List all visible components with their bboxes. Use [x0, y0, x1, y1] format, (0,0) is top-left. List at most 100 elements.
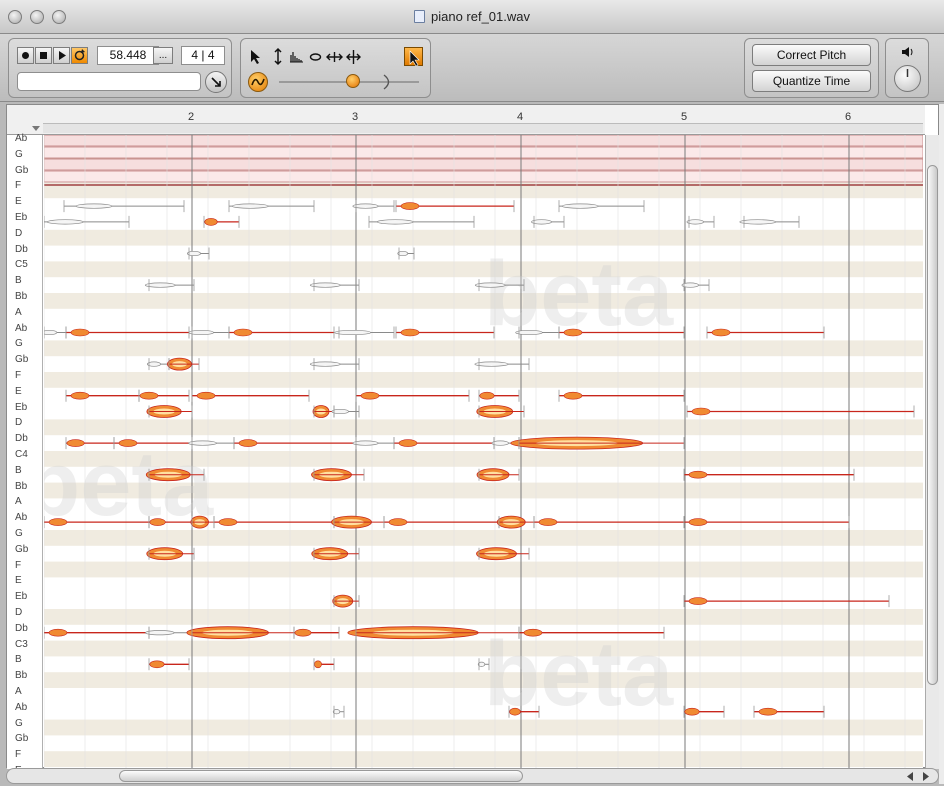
correction-mode-button[interactable]: [248, 72, 268, 92]
note-blob: [70, 391, 90, 400]
pitch-label: Bb: [15, 291, 28, 302]
note-grid[interactable]: beta beta beta: [44, 135, 923, 769]
note-blob-unselected: [515, 329, 543, 336]
time-display[interactable]: 58.448: [97, 46, 159, 65]
beta-watermark: beta: [44, 433, 214, 535]
pitch-label: Gb: [15, 543, 29, 555]
pitch-curve-icon: [251, 78, 265, 86]
note-blob: [139, 391, 159, 400]
active-tool-button[interactable]: [404, 47, 423, 67]
note-blob: [758, 707, 778, 716]
note-blob-unselected: [681, 282, 699, 288]
bar-number: 5: [681, 111, 688, 123]
pitch-label: E: [15, 385, 22, 397]
note-blob: [118, 439, 138, 447]
pitch-tool[interactable]: [270, 47, 287, 66]
bar-number: 6: [845, 111, 852, 123]
note-blob: [48, 518, 68, 526]
time-tool[interactable]: [326, 47, 343, 66]
note-blob: [688, 518, 708, 526]
note-blob: [684, 707, 700, 716]
time-format-button[interactable]: ...: [153, 47, 173, 64]
volume-knob[interactable]: [894, 65, 921, 92]
tool-panel: [240, 38, 431, 98]
record-button[interactable]: [17, 47, 34, 64]
note-blob-unselected: [309, 361, 341, 367]
actions-panel: Correct Pitch Quantize Time: [744, 38, 879, 98]
note-blob-unselected: [376, 219, 414, 225]
note-blob-unselected: [309, 282, 341, 288]
pitch-label: Ab: [15, 701, 28, 713]
pitch-label: D: [15, 607, 23, 618]
window-title-text: piano ref_01.wav: [430, 9, 530, 24]
pointer-active-icon: [409, 50, 420, 67]
stop-button[interactable]: [35, 47, 52, 64]
pitch-label: Db: [15, 433, 28, 445]
note-blob: [563, 328, 583, 337]
note-blob: [48, 628, 68, 637]
pitch-axis: Ab G Gb F E Eb D Db C5 B Bb A Ab G Gb F E Eb D Db C4 B Bb A Ab G G…: [7, 133, 43, 776]
note-blob-unselected: [46, 219, 84, 225]
note-blob-unselected: [352, 203, 379, 209]
arrow-tool[interactable]: [247, 47, 264, 66]
horizontal-scrollbar[interactable]: [6, 768, 939, 784]
pitch-label: F: [15, 180, 22, 192]
pitch-label: E: [15, 196, 22, 208]
note-blob-unselected: [75, 203, 113, 209]
formant-tool[interactable]: [307, 47, 324, 66]
note-blob: [388, 518, 408, 526]
amplitude-tool[interactable]: [288, 47, 305, 66]
pitch-label: F: [15, 749, 22, 761]
correct-pitch-button[interactable]: Correct Pitch: [752, 44, 871, 66]
pitch-label: C5: [15, 259, 28, 271]
note-blobs-canvas[interactable]: betabetabeta: [44, 135, 923, 769]
correction-slider-thumb[interactable]: [346, 74, 360, 88]
note-blob: [233, 328, 253, 337]
auto-scroll-button[interactable]: [205, 71, 227, 93]
note-blob: [398, 439, 418, 447]
pitch-label: B: [15, 654, 22, 666]
loop-icon: [74, 49, 85, 61]
scale-row: [44, 135, 923, 147]
note-blob: [70, 328, 90, 337]
pitch-label: G: [15, 338, 23, 350]
loop-button[interactable]: [71, 47, 88, 64]
note-blob-unselected: [231, 203, 269, 209]
pitch-label: Bb: [15, 480, 28, 492]
pitch-label: Gb: [15, 354, 29, 366]
note-blob: [149, 660, 165, 669]
scroll-arrows-icon[interactable]: [903, 771, 933, 782]
note-blob-unselected: [531, 219, 552, 225]
bar-number: 3: [352, 111, 359, 123]
ruler-menu-icon[interactable]: [31, 124, 41, 132]
note-blob: [294, 628, 312, 637]
quantize-time-button[interactable]: Quantize Time: [752, 70, 871, 92]
pitch-label: C3: [15, 638, 28, 650]
note-blob: [400, 328, 420, 337]
separation-tool[interactable]: [345, 47, 362, 66]
background-window-edge: [939, 104, 944, 784]
note-blob: [204, 218, 218, 226]
play-button[interactable]: [53, 47, 70, 64]
vertical-scrollbar[interactable]: [925, 135, 939, 769]
horizontal-scroll-thumb[interactable]: [119, 770, 523, 782]
note-blob-unselected: [739, 219, 777, 225]
note-blob: [711, 328, 731, 337]
note-blob: [479, 391, 495, 400]
pitch-label: Bb: [15, 670, 28, 682]
separation-tool-icon: [346, 50, 361, 64]
window-titlebar: piano ref_01.wav: [0, 0, 944, 34]
loop-range-strip[interactable]: [43, 123, 923, 133]
note-blob-unselected: [686, 219, 704, 225]
pitch-row-stripe: [44, 561, 923, 578]
note-blob: [691, 407, 711, 416]
transport-panel: 58.448 ... 4 | 4: [8, 38, 232, 98]
pitch-tool-icon: [274, 47, 282, 66]
pitch-label: Eb: [15, 401, 28, 413]
meter-display[interactable]: 4 | 4: [181, 46, 225, 65]
vertical-scroll-thumb[interactable]: [927, 165, 938, 685]
pitch-label: B: [15, 275, 22, 287]
pitch-label: Ab: [15, 322, 28, 334]
time-ruler[interactable]: 2 3 4 5 6: [7, 105, 925, 135]
note-blob: [688, 470, 708, 479]
